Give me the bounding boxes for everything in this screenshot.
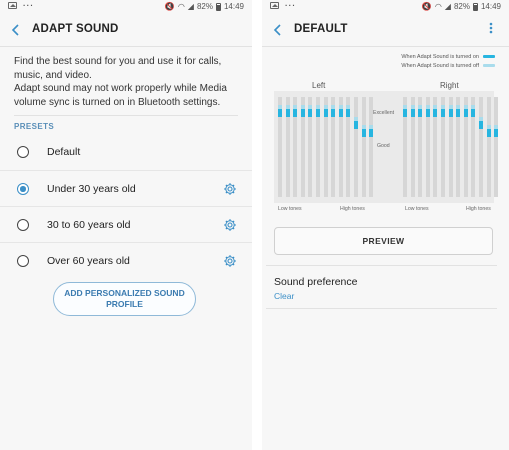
battery-percent: 82% <box>196 2 213 11</box>
bar-on-level <box>456 109 461 117</box>
bar-on-level <box>403 109 407 117</box>
more-options-icon[interactable] <box>488 22 494 36</box>
mute-icon: 🔇 <box>164 2 175 11</box>
signal-icon: ◢ <box>187 2 194 11</box>
legend-off-swatch <box>483 64 495 67</box>
page-title: DEFAULT <box>294 23 348 35</box>
preview-button[interactable]: PREVIEW <box>274 227 493 255</box>
bar-on-level <box>323 109 328 117</box>
bar-track <box>494 97 499 197</box>
presets-header: PRESETS <box>14 122 55 131</box>
wifi-icon: ◠ <box>177 2 185 11</box>
radio-button[interactable] <box>17 219 29 231</box>
signal-icon: ◢ <box>444 2 451 11</box>
bar-on-level <box>331 109 336 117</box>
add-personalized-sound-profile-button[interactable]: ADD PERSONALIZED SOUND PROFILE <box>53 282 196 316</box>
clock: 14:49 <box>480 2 501 11</box>
bar-on-level <box>278 109 282 117</box>
divider <box>266 265 497 266</box>
radio-button[interactable] <box>17 255 29 267</box>
adapt-sound-screen: ··· 🔇 ◠ ◢ 82% 14:49 ADAPT SOUND Find the… <box>0 0 252 450</box>
bar-on-level <box>494 129 499 137</box>
back-arrow-icon[interactable] <box>270 22 286 38</box>
left-ear-label: Left <box>312 81 326 90</box>
bar-on-level <box>285 109 290 117</box>
left-low-tones-label: Low tones <box>278 206 302 212</box>
preset-label: Over 60 years old <box>47 255 130 267</box>
preset-option-30-to-60[interactable]: 30 to 60 years old <box>0 206 252 242</box>
bar-on-level <box>433 109 438 117</box>
right-high-tones-label: High tones <box>466 206 491 212</box>
description-text-2: Adapt sound may not work properly while … <box>14 83 227 108</box>
battery-icon <box>472 2 478 11</box>
bar-track <box>354 97 358 197</box>
preset-option-default[interactable]: Default <box>0 134 252 170</box>
legend-off-label: When Adapt Sound is turned off <box>401 62 479 69</box>
bar-on-level <box>471 109 476 117</box>
gear-icon[interactable] <box>223 218 237 232</box>
preset-label: Under 30 years old <box>47 183 136 195</box>
bar-on-level <box>316 109 320 117</box>
preset-option-under-30[interactable]: Under 30 years old <box>0 170 252 206</box>
gear-icon[interactable] <box>223 254 237 268</box>
status-bar: ··· 🔇 ◠ ◢ 82% 14:49 <box>0 0 252 14</box>
legend-on-label: When Adapt Sound is turned on <box>401 53 479 60</box>
bar-on-level <box>308 109 313 117</box>
gallery-notification-icon <box>270 2 279 9</box>
sound-preference-value: Clear <box>274 291 295 301</box>
bar-on-level <box>448 109 453 117</box>
bar-on-level <box>293 109 298 117</box>
bar-on-level <box>354 121 358 129</box>
preset-label: 30 to 60 years old <box>47 219 131 231</box>
app-bar: ADAPT SOUND <box>0 14 252 46</box>
more-notifications-icon: ··· <box>23 0 34 10</box>
hearing-chart: Excellent Good <box>274 91 499 203</box>
right-low-tones-label: Low tones <box>405 206 429 212</box>
bar-on-level <box>361 129 366 137</box>
status-bar: ··· 🔇 ◠ ◢ 82% 14:49 <box>262 0 509 14</box>
right-ear-label: Right <box>440 81 459 90</box>
clock: 14:49 <box>223 2 244 11</box>
bar-on-level <box>479 121 483 129</box>
bar-on-level <box>369 129 374 137</box>
page-title: ADAPT SOUND <box>32 23 119 35</box>
bar-track <box>361 97 366 197</box>
description-text-1: Find the best sound for you and use it f… <box>14 56 222 81</box>
bar-on-level <box>300 109 305 117</box>
gear-icon[interactable] <box>223 182 237 196</box>
radio-button[interactable] <box>17 146 29 158</box>
app-bar: DEFAULT <box>262 14 509 46</box>
bar-track <box>486 97 491 197</box>
good-label: Good <box>377 143 390 149</box>
bar-on-level <box>425 109 430 117</box>
gallery-notification-icon <box>8 2 17 9</box>
bar-on-level <box>338 109 343 117</box>
back-arrow-icon[interactable] <box>8 22 24 38</box>
wifi-icon: ◠ <box>434 2 442 11</box>
bar-on-level <box>486 129 491 137</box>
bar-on-level <box>463 109 468 117</box>
bar-on-level <box>441 109 445 117</box>
more-notifications-icon: ··· <box>285 0 296 10</box>
divider <box>266 308 497 309</box>
bar-on-level <box>410 109 415 117</box>
battery-icon <box>215 2 221 11</box>
preset-label: Default <box>47 146 81 158</box>
excellent-label: Excellent <box>373 110 395 116</box>
mute-icon: 🔇 <box>421 2 432 11</box>
divider <box>262 46 509 47</box>
battery-percent: 82% <box>453 2 470 11</box>
bar-on-level <box>418 109 423 117</box>
left-high-tones-label: High tones <box>340 206 365 212</box>
legend-on-swatch <box>483 55 495 58</box>
chart-legend: When Adapt Sound is turned on When Adapt… <box>401 52 495 70</box>
preset-option-over-60[interactable]: Over 60 years old <box>0 242 252 278</box>
description: Find the best sound for you and use it f… <box>0 47 252 115</box>
bar-track <box>369 97 374 197</box>
radio-button-selected[interactable] <box>17 183 29 195</box>
bar-on-level <box>346 109 351 117</box>
sound-preference-title[interactable]: Sound preference <box>274 276 357 288</box>
bar-track <box>479 97 483 197</box>
